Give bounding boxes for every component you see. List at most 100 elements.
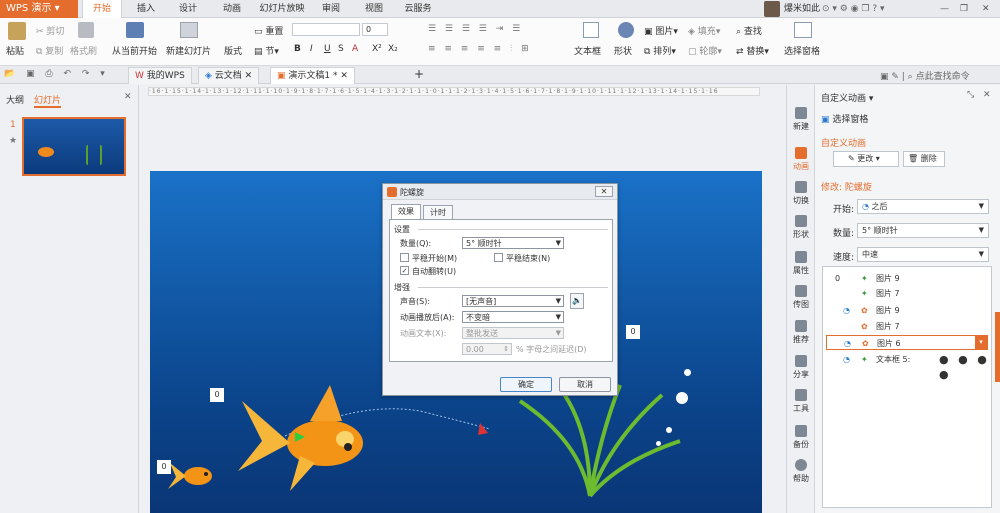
command-search[interactable]: ▣ ✎ | ⌕ 点此查找命令 bbox=[880, 69, 970, 82]
subscript-button[interactable]: X₂ bbox=[388, 44, 398, 54]
textbox-button[interactable]: 文本框 bbox=[574, 44, 601, 57]
from-current-button[interactable]: 从当前开始 bbox=[112, 44, 157, 57]
sidebar-item-label: 备份 bbox=[793, 440, 809, 449]
sidebar-item-help[interactable]: 帮助 bbox=[787, 459, 815, 484]
list-item[interactable]: 0 ✦ 图片 9 bbox=[823, 271, 991, 286]
bold-button[interactable]: B bbox=[294, 44, 301, 54]
toolbox-icon bbox=[795, 389, 807, 401]
superscript-button[interactable]: X² bbox=[372, 44, 382, 54]
start-select[interactable]: ◔ 之后 ▼ bbox=[857, 199, 989, 214]
tab-outline[interactable]: 大纲 bbox=[6, 93, 24, 106]
find-button[interactable]: ⌕ 查找 bbox=[736, 24, 762, 37]
section-button[interactable]: ▤ 节▾ bbox=[254, 44, 279, 57]
amount-select[interactable]: 5° 顺时针 ▼ bbox=[462, 237, 564, 249]
tab-design[interactable]: 设计 bbox=[172, 0, 204, 18]
cancel-button[interactable]: 取消 bbox=[559, 377, 611, 392]
toolbar-icons[interactable]: ⊙ ▾ ⚙ ◉ ❐ ? ▾ bbox=[822, 0, 885, 18]
underline-button[interactable]: U bbox=[324, 44, 331, 54]
animation-icon bbox=[795, 147, 807, 159]
shadow-button[interactable]: S bbox=[338, 44, 344, 54]
font-size-field[interactable]: 0 bbox=[362, 23, 388, 36]
outline-button[interactable]: ▢ 轮廓▾ bbox=[688, 44, 722, 57]
maximize-button[interactable]: ❐ bbox=[960, 0, 968, 18]
avatar[interactable] bbox=[764, 1, 780, 17]
layout-button[interactable]: 版式 bbox=[224, 44, 242, 57]
list-item-selected[interactable]: ◔ ✿ 图片 6 ▾ bbox=[826, 335, 988, 350]
sidebar-item-tools[interactable]: 工具 bbox=[787, 389, 815, 414]
cut-button[interactable]: ✂ 剪切 bbox=[36, 24, 64, 37]
list-item[interactable]: ◔ ✿ 图片 9 bbox=[823, 303, 991, 318]
font-name-field[interactable] bbox=[292, 23, 360, 36]
tab-timing[interactable]: 计时 bbox=[423, 205, 453, 219]
sidebar-item-share[interactable]: 分享 bbox=[787, 355, 815, 380]
panel-close-icon[interactable]: ✕ bbox=[124, 92, 132, 102]
pane-title[interactable]: 自定义动画 ▾ bbox=[821, 91, 873, 104]
sidebar-item-label: 形状 bbox=[793, 230, 809, 239]
picture-button[interactable]: ▣ 图片▾ bbox=[644, 24, 678, 37]
new-tab-button[interactable]: + bbox=[414, 67, 424, 81]
close-button[interactable]: ✕ bbox=[982, 0, 990, 18]
replace-button[interactable]: ⇄ 替换▾ bbox=[736, 44, 769, 57]
tab-view[interactable]: 视图 bbox=[358, 0, 390, 18]
delay-stepper[interactable]: 0.00 ⇕ bbox=[462, 343, 512, 355]
dialog-close-button[interactable]: ✕ bbox=[595, 186, 613, 197]
font-color-button[interactable]: A bbox=[352, 44, 358, 54]
speaker-icon[interactable]: 🔈 bbox=[570, 293, 584, 309]
tab-presentation[interactable]: ▣ 演示文稿1 * ✕ bbox=[270, 67, 355, 84]
tab-cloud-docs[interactable]: ◈ 云文档 ✕ bbox=[198, 67, 260, 84]
tab-slideshow[interactable]: 幻灯片放映 bbox=[258, 0, 306, 18]
sidebar-item-transition[interactable]: 切换 bbox=[787, 181, 815, 206]
sidebar-item-backup[interactable]: 备份 bbox=[787, 425, 815, 450]
smooth-end-checkbox[interactable] bbox=[494, 253, 503, 262]
sidebar-item-properties[interactable]: 属性 bbox=[787, 251, 815, 276]
pane-close-icon[interactable]: ✕ bbox=[983, 90, 991, 100]
slide-thumbnail[interactable] bbox=[22, 117, 126, 176]
arrange-button[interactable]: ⧉ 排列▾ bbox=[644, 44, 676, 57]
align-tools[interactable]: ≡ ≡ ≡ ≡ ≡ ⫶ ⊞ bbox=[428, 44, 532, 54]
chevron-down-icon: ▼ bbox=[555, 239, 561, 247]
sound-select[interactable]: [无声音] ▼ bbox=[462, 295, 564, 307]
sidebar-item-upload-image[interactable]: 传图 bbox=[787, 285, 815, 310]
tab-cloud[interactable]: 云服务 bbox=[398, 0, 438, 18]
after-animation-select[interactable]: 不变暗 ▼ bbox=[462, 311, 564, 323]
fill-button[interactable]: ◈ 填充▾ bbox=[688, 24, 720, 37]
minimize-button[interactable]: — bbox=[940, 0, 949, 18]
list-item[interactable]: ✦ 图片 7 bbox=[823, 286, 991, 301]
tab-my-wps[interactable]: W 我的WPS bbox=[128, 67, 192, 84]
delete-button[interactable]: 🗑 删除 bbox=[903, 151, 945, 167]
ok-button[interactable]: 确定 bbox=[500, 377, 552, 392]
new-slide-button[interactable]: 新建幻灯片 bbox=[166, 44, 211, 57]
italic-button[interactable]: I bbox=[310, 44, 313, 54]
paste-button[interactable]: 粘贴 bbox=[6, 44, 24, 57]
tab-slides[interactable]: 幻灯片 bbox=[34, 93, 62, 108]
sidebar-item-new[interactable]: 新建 bbox=[787, 107, 815, 132]
chevron-down-icon[interactable]: ▾ bbox=[975, 336, 987, 349]
pane-pin-icon[interactable]: ⤡ bbox=[967, 90, 974, 100]
tab-review[interactable]: 审阅 bbox=[314, 0, 348, 18]
sidebar-item-recommend[interactable]: 推荐 bbox=[787, 320, 815, 345]
sidebar-item-shape[interactable]: 形状 bbox=[787, 215, 815, 240]
animate-text-select[interactable]: 整批发送 ▼ bbox=[462, 327, 564, 339]
tab-effect[interactable]: 效果 bbox=[391, 204, 421, 219]
paragraph-tools[interactable]: ☰ ☰ ☰ ☰ ⇥ ☰ bbox=[428, 24, 523, 34]
tab-animation[interactable]: 动画 bbox=[214, 0, 250, 18]
list-item[interactable]: ◔ ✦ 文本框 5: ● ● ● ● bbox=[823, 352, 991, 381]
tab-home[interactable]: 开始 bbox=[82, 0, 122, 18]
select-pane-link[interactable]: ▣ 选择窗格 bbox=[821, 112, 868, 125]
change-button[interactable]: ✎ 更改 ▾ bbox=[833, 151, 899, 167]
speed-select[interactable]: 中速 ▼ bbox=[857, 247, 989, 262]
account-name[interactable]: 爆米如此 bbox=[784, 0, 820, 18]
app-menu-button[interactable]: WPS 演示 ▾ bbox=[0, 0, 78, 18]
sidebar-item-animation[interactable]: 动画 bbox=[787, 147, 815, 172]
smooth-start-checkbox[interactable] bbox=[400, 253, 409, 262]
reset-button[interactable]: ▭ 重置 bbox=[254, 24, 283, 37]
amount-select[interactable]: 5° 顺时针 ▼ bbox=[857, 223, 989, 238]
select-pane-button[interactable]: 选择窗格 bbox=[784, 44, 820, 57]
list-item[interactable]: ✿ 图片 7 bbox=[823, 319, 991, 334]
format-painter-button[interactable]: 格式刷 bbox=[70, 44, 97, 57]
auto-reverse-checkbox[interactable]: ✓ bbox=[400, 266, 409, 275]
copy-button[interactable]: ⧉ 复制 bbox=[36, 44, 63, 57]
quick-access-toolbar[interactable]: 📂 ▣ ⎙ ↶ ↷ ▾ bbox=[4, 69, 109, 79]
tab-insert[interactable]: 插入 bbox=[130, 0, 162, 18]
shape-button[interactable]: 形状 bbox=[614, 44, 632, 57]
